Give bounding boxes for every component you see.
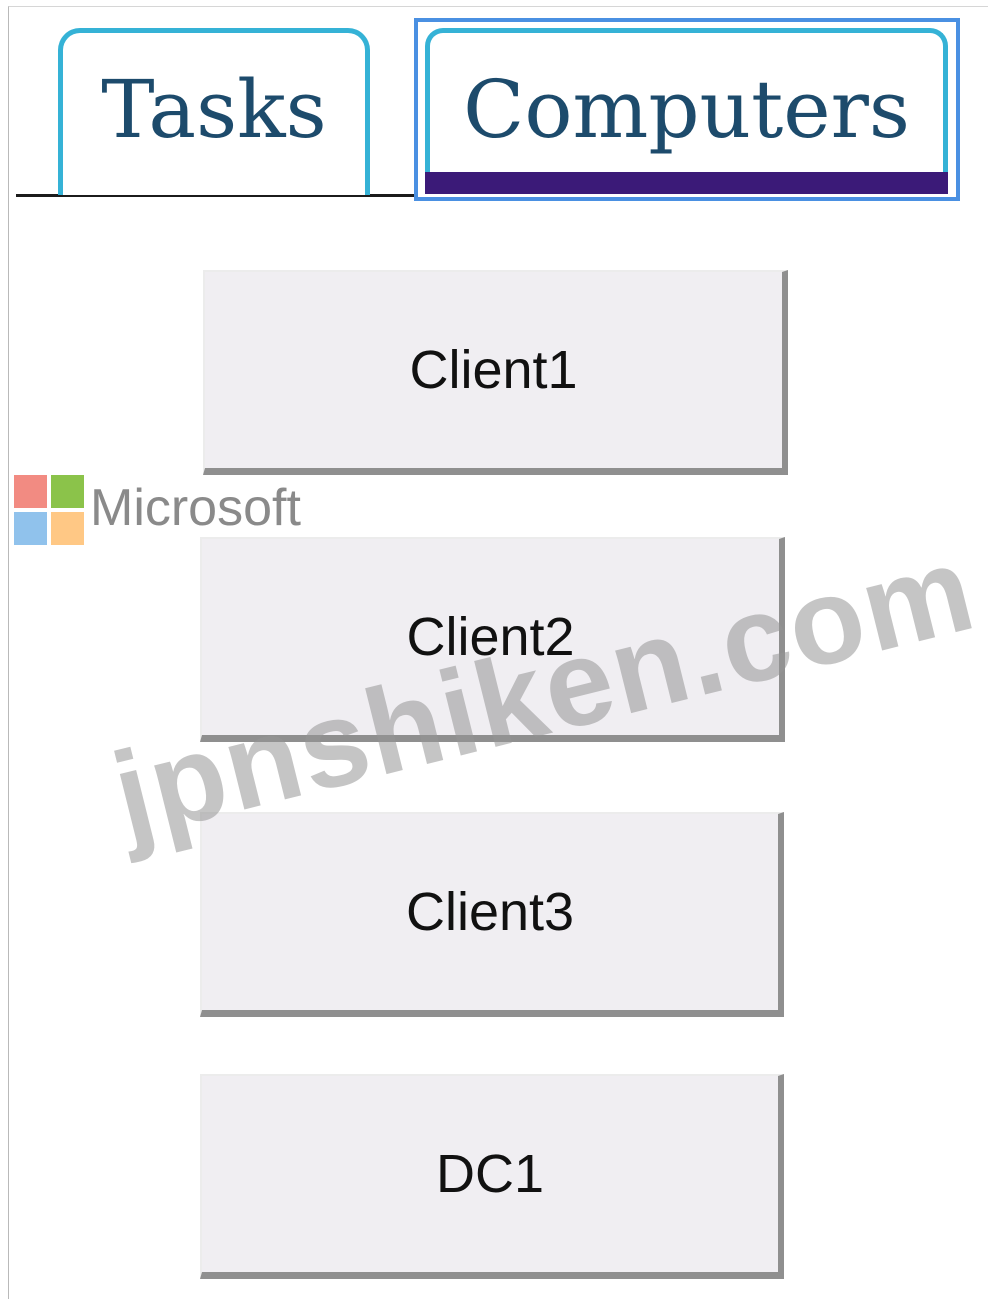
computer-button-client2[interactable]: Client2 <box>200 537 785 742</box>
microsoft-logo-icon <box>14 475 84 545</box>
microsoft-watermark-text: Microsoft <box>90 479 301 537</box>
computer-button-client1[interactable]: Client1 <box>203 270 788 475</box>
logo-square-yellow <box>51 512 84 545</box>
computer-button-label: Client2 <box>406 607 575 667</box>
computer-button-label: DC1 <box>435 1144 545 1204</box>
computer-button-label: Client1 <box>409 340 578 400</box>
tab-tasks-label: Tasks <box>101 63 327 156</box>
computer-button-dc1[interactable]: DC1 <box>200 1074 784 1279</box>
logo-square-red <box>14 475 47 508</box>
computer-button-label: Client3 <box>405 882 575 942</box>
tab-computers[interactable]: Computers <box>425 28 948 192</box>
active-tab-indicator <box>425 172 948 194</box>
computer-button-client3[interactable]: Client3 <box>200 812 784 1017</box>
logo-square-green <box>51 475 84 508</box>
tab-computers-label: Computers <box>463 63 910 156</box>
logo-square-blue <box>14 512 47 545</box>
tab-tasks[interactable]: Tasks <box>58 28 370 195</box>
